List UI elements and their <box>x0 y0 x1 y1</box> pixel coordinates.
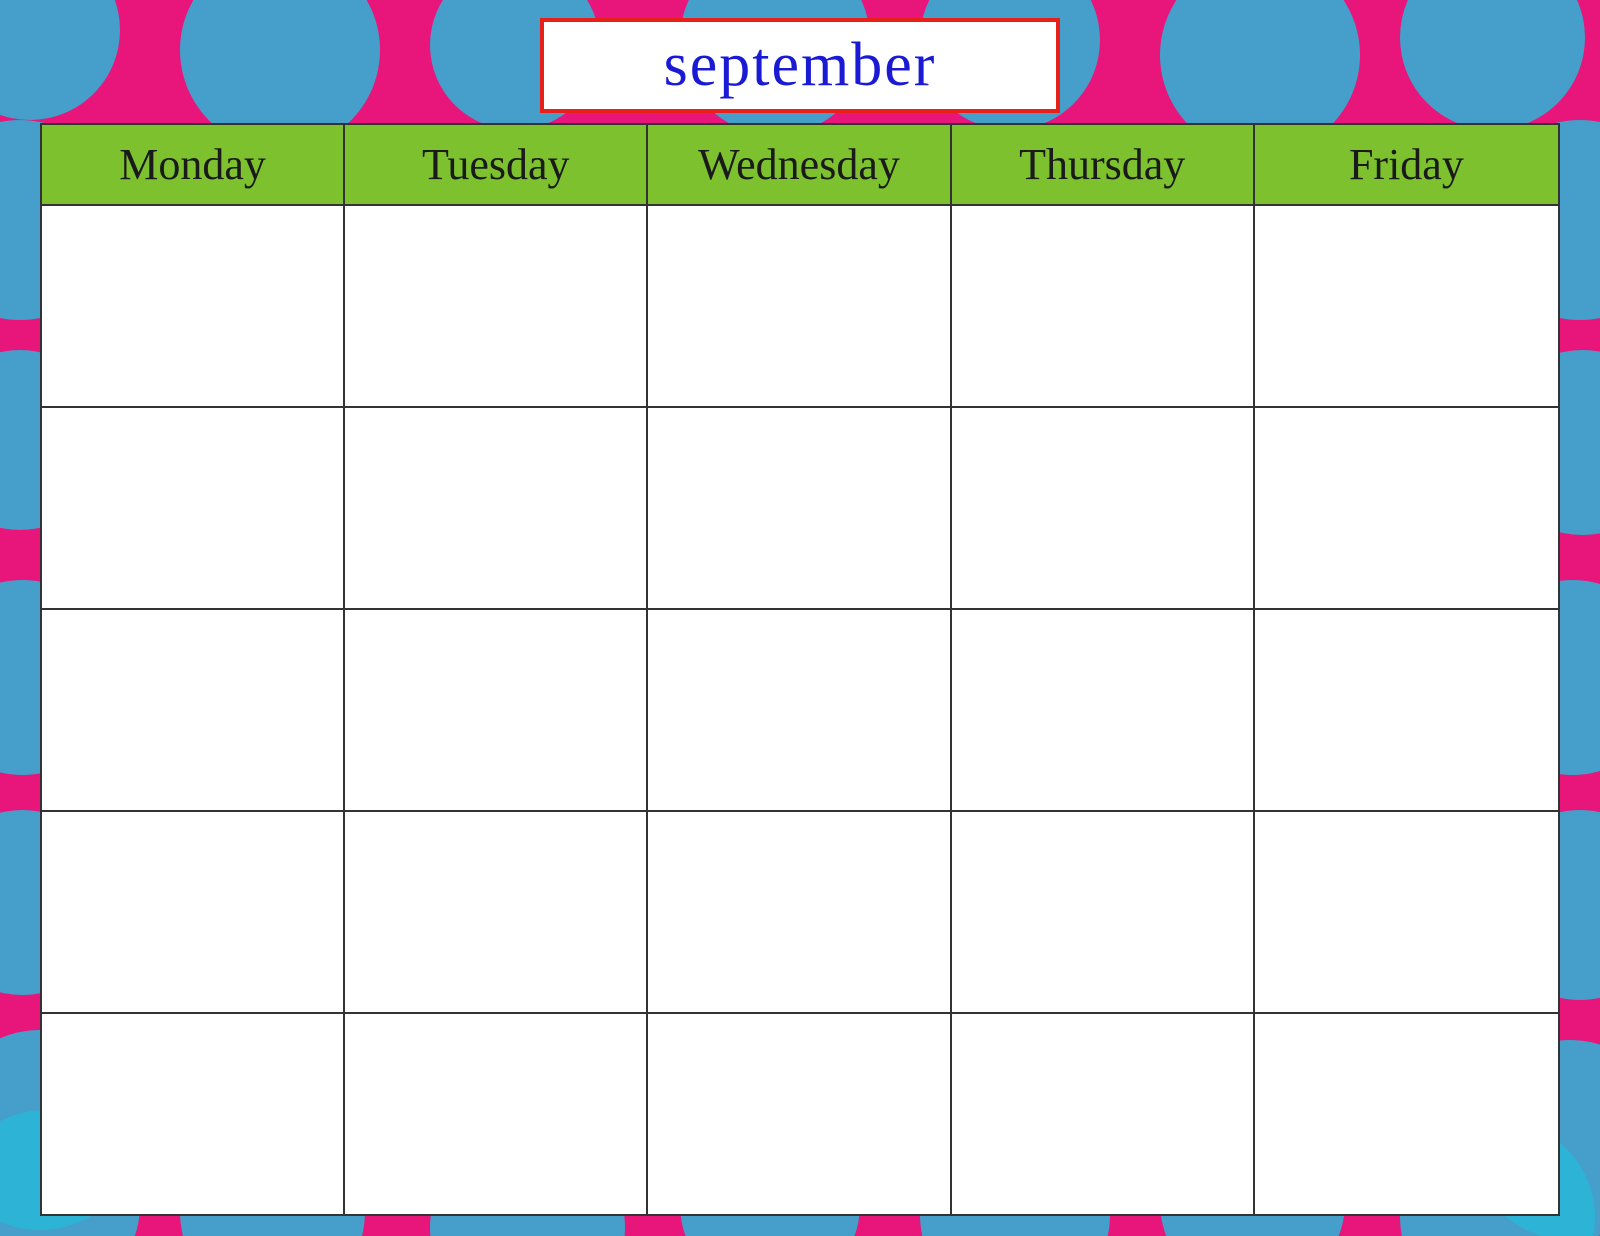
calendar-row <box>42 206 1558 408</box>
cell-r4c3[interactable] <box>648 812 951 1012</box>
cell-r2c3[interactable] <box>648 408 951 608</box>
calendar-body <box>42 206 1558 1214</box>
title-container: september <box>540 18 1060 113</box>
cell-r3c1[interactable] <box>42 610 345 810</box>
cell-r5c1[interactable] <box>42 1014 345 1214</box>
cell-r1c4[interactable] <box>952 206 1255 406</box>
calendar-row <box>42 812 1558 1014</box>
cell-r4c1[interactable] <box>42 812 345 1012</box>
cell-r5c3[interactable] <box>648 1014 951 1214</box>
cell-r3c2[interactable] <box>345 610 648 810</box>
cell-r4c5[interactable] <box>1255 812 1558 1012</box>
cell-r1c5[interactable] <box>1255 206 1558 406</box>
cell-r4c4[interactable] <box>952 812 1255 1012</box>
cell-r5c4[interactable] <box>952 1014 1255 1214</box>
header-friday: Friday <box>1255 125 1558 204</box>
cell-r2c5[interactable] <box>1255 408 1558 608</box>
cell-r4c2[interactable] <box>345 812 648 1012</box>
calendar-header: Monday Tuesday Wednesday Thursday Friday <box>42 125 1558 206</box>
month-title: september <box>664 31 937 99</box>
cell-r1c2[interactable] <box>345 206 648 406</box>
cell-r1c1[interactable] <box>42 206 345 406</box>
cell-r5c5[interactable] <box>1255 1014 1558 1214</box>
cell-r3c3[interactable] <box>648 610 951 810</box>
header-monday: Monday <box>42 125 345 204</box>
cell-r3c4[interactable] <box>952 610 1255 810</box>
cell-r2c2[interactable] <box>345 408 648 608</box>
calendar-row <box>42 1014 1558 1214</box>
title-box: september <box>540 18 1060 113</box>
page-wrapper: september Monday Tuesday Wednesday Thurs… <box>0 0 1600 1236</box>
header-tuesday: Tuesday <box>345 125 648 204</box>
cell-r2c4[interactable] <box>952 408 1255 608</box>
header-thursday: Thursday <box>952 125 1255 204</box>
cell-r1c3[interactable] <box>648 206 951 406</box>
calendar-row <box>42 408 1558 610</box>
calendar: Monday Tuesday Wednesday Thursday Friday <box>40 123 1560 1216</box>
cell-r2c1[interactable] <box>42 408 345 608</box>
cell-r3c5[interactable] <box>1255 610 1558 810</box>
cell-r5c2[interactable] <box>345 1014 648 1214</box>
header-wednesday: Wednesday <box>648 125 951 204</box>
calendar-row <box>42 610 1558 812</box>
